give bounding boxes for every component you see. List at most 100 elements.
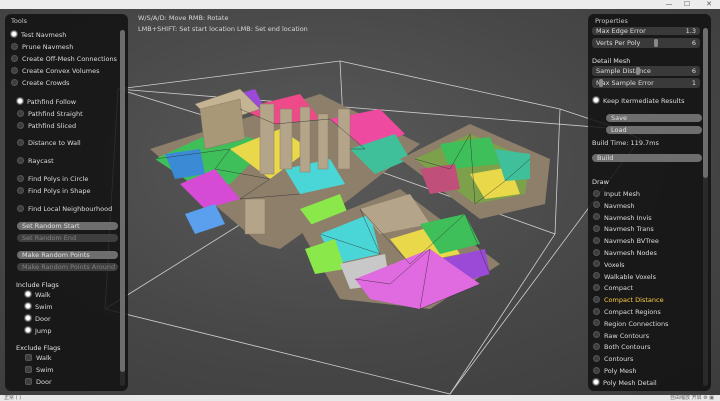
- tools-scrollbar[interactable]: [120, 30, 125, 386]
- tool-test-navmesh[interactable]: Test Navmesh: [11, 30, 66, 40]
- build-time-label: Build Time: 119.7ms: [592, 139, 659, 147]
- draw-option-navmesh-nodes[interactable]: Navmesh Nodes: [593, 248, 657, 258]
- save-button[interactable]: Save: [606, 114, 702, 122]
- radio-off-icon: [17, 109, 24, 117]
- close-icon[interactable]: ✕: [702, 0, 716, 9]
- radio-off-icon: [17, 121, 24, 129]
- checkbox-off-icon: [25, 353, 32, 361]
- draw-option-both-contours[interactable]: Both Contours: [593, 342, 651, 352]
- radio-off-icon: [593, 272, 600, 280]
- properties-scroll-thumb[interactable]: [703, 28, 708, 178]
- set-random-end-button[interactable]: Set Random End: [17, 234, 118, 242]
- radio-off-icon: [593, 319, 600, 327]
- window-titlebar: — ☐ ✕: [0, 0, 720, 9]
- radio-off-icon: [17, 156, 24, 164]
- keep-intermediate-checkbox[interactable]: Keep Itermediate Results: [593, 96, 684, 106]
- draw-option-contours[interactable]: Contours: [593, 354, 633, 364]
- radio-off-icon: [593, 331, 600, 339]
- mode-pathfind-straight[interactable]: Pathfind Straight: [17, 109, 83, 119]
- minimize-icon[interactable]: —: [662, 0, 676, 9]
- include-swim[interactable]: Swim: [25, 302, 53, 312]
- slider-thumb[interactable]: [599, 79, 603, 87]
- draw-option-compact-distance[interactable]: Compact Distance: [593, 295, 664, 305]
- draw-option-raw-contours[interactable]: Raw Contours: [593, 331, 649, 341]
- make-random-points-around-button[interactable]: Make Random Points Around: [17, 263, 118, 271]
- max-edge-error-slider[interactable]: Max Edge Error 1.3: [592, 27, 700, 35]
- radio-off-icon: [593, 236, 600, 244]
- hint-move: W/S/A/D: Move RMB: Rotate: [138, 14, 229, 22]
- tool-prune-navmesh[interactable]: Prune Navmesh: [11, 42, 73, 52]
- set-random-start-button[interactable]: Set Random Start: [17, 222, 118, 230]
- mode-pathfind-sliced[interactable]: Pathfind Sliced: [17, 121, 76, 131]
- draw-option-walkable-voxels[interactable]: Walkable Voxels: [593, 272, 656, 282]
- mode-find-local-neighbourhood[interactable]: Find Local Neighbourhood: [17, 204, 112, 214]
- radio-off-icon: [593, 295, 600, 303]
- hint-location: LMB+SHIFT: Set start location LMB: Set e…: [138, 25, 308, 33]
- draw-title: Draw: [592, 178, 609, 186]
- draw-option-region-connections[interactable]: Region Connections: [593, 319, 668, 329]
- radio-off-icon: [17, 138, 24, 146]
- draw-option-navmesh-trans[interactable]: Navmesh Trans: [593, 224, 654, 234]
- draw-option-poly-mesh-detail[interactable]: Poly Mesh Detail: [593, 378, 657, 388]
- tool-offmesh[interactable]: Create Off-Mesh Connections: [11, 54, 117, 64]
- max-sample-error-slider[interactable]: Max Sample Error 1: [592, 78, 700, 88]
- mode-pathfind-follow[interactable]: Pathfind Follow: [17, 97, 76, 107]
- radio-off-icon: [593, 283, 600, 291]
- radio-off-icon: [593, 307, 600, 315]
- tools-title: Tools: [11, 17, 28, 25]
- checkbox-on-icon: [25, 315, 31, 321]
- draw-option-compact-regions[interactable]: Compact Regions: [593, 307, 661, 317]
- make-random-points-button[interactable]: Make Random Points: [17, 251, 118, 259]
- draw-option-navmesh-bvtree[interactable]: Navmesh BVTree: [593, 236, 659, 246]
- draw-option-navmesh[interactable]: Navmesh: [593, 201, 635, 211]
- radio-off-icon: [593, 224, 600, 232]
- checkbox-on-icon: [25, 291, 31, 297]
- include-door[interactable]: Door: [25, 314, 51, 324]
- draw-option-poly-mesh[interactable]: Poly Mesh: [593, 366, 637, 376]
- tool-convex-volumes[interactable]: Create Convex Volumes: [11, 66, 100, 76]
- radio-off-icon: [593, 366, 600, 374]
- radio-on-icon: [593, 378, 599, 385]
- slider-thumb[interactable]: [636, 67, 640, 75]
- status-left: 正常 ( ): [4, 395, 22, 401]
- include-walk[interactable]: Walk: [25, 290, 51, 300]
- mode-find-polys-shape[interactable]: Find Polys in Shape: [17, 186, 91, 196]
- mode-raycast[interactable]: Raycast: [17, 156, 54, 166]
- radio-off-icon: [593, 342, 600, 350]
- draw-option-voxels[interactable]: Voxels: [593, 260, 625, 270]
- radio-off-icon: [17, 174, 24, 182]
- verts-per-poly-slider[interactable]: Verts Per Poly 6: [592, 38, 700, 48]
- detail-mesh-title: Detail Mesh: [592, 57, 631, 65]
- slider-thumb[interactable]: [654, 39, 658, 47]
- properties-panel: Properties Max Edge Error 1.3 Verts Per …: [588, 14, 711, 391]
- properties-scrollbar[interactable]: [703, 28, 708, 386]
- draw-option-compact[interactable]: Compact: [593, 283, 633, 293]
- right-floor: [400, 124, 550, 219]
- mode-distance-to-wall[interactable]: Distance to Wall: [17, 138, 81, 148]
- radio-off-icon: [593, 354, 600, 362]
- radio-on-icon: [17, 98, 23, 104]
- exclude-flags-title: Exclude Flags: [16, 344, 61, 352]
- build-button[interactable]: Build: [592, 154, 702, 162]
- radio-off-icon: [11, 54, 18, 62]
- radio-off-icon: [17, 186, 24, 194]
- maximize-icon[interactable]: ☐: [680, 0, 694, 9]
- exclude-walk[interactable]: Walk: [25, 353, 52, 363]
- checkbox-off-icon: [25, 377, 32, 385]
- radio-off-icon: [593, 213, 600, 221]
- status-bar: 正常 ( ) 自由缩放 开启 ⚙ ▣: [0, 395, 720, 401]
- exclude-door[interactable]: Door: [25, 377, 52, 387]
- radio-on-icon: [11, 31, 17, 37]
- checkbox-off-icon: [25, 365, 32, 373]
- mode-find-polys-circle[interactable]: Find Polys in Circle: [17, 174, 88, 184]
- tools-scroll-thumb[interactable]: [120, 30, 125, 372]
- exclude-swim[interactable]: Swim: [25, 365, 54, 375]
- tool-crowds[interactable]: Create Crowds: [11, 78, 70, 88]
- sample-distance-slider[interactable]: Sample Distance 6: [592, 66, 700, 76]
- draw-option-input-mesh[interactable]: Input Mesh: [593, 189, 640, 199]
- radio-off-icon: [11, 42, 18, 50]
- include-jump[interactable]: Jump: [25, 326, 52, 336]
- radio-off-icon: [11, 78, 18, 86]
- load-button[interactable]: Load: [606, 126, 702, 134]
- draw-option-navmesh-invis[interactable]: Navmesh Invis: [593, 213, 652, 223]
